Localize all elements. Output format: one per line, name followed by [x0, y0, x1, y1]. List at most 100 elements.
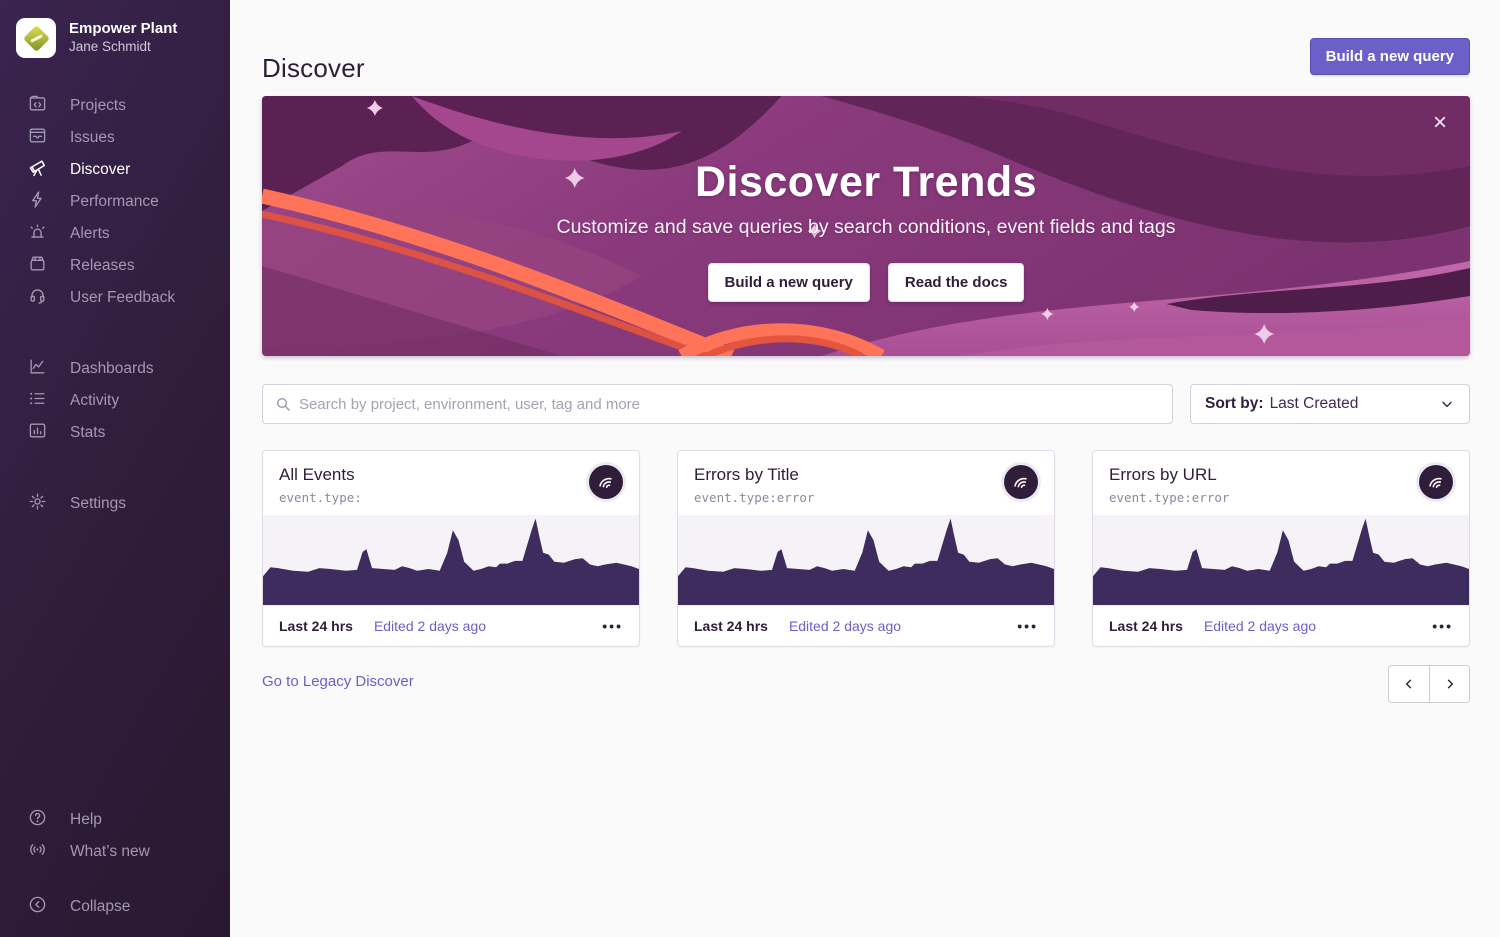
- card-header: Errors by URL event.type:error: [1093, 451, 1469, 515]
- sidebar-item-projects[interactable]: Projects: [0, 90, 230, 122]
- sidebar-item-alerts[interactable]: Alerts: [0, 218, 230, 250]
- search-input[interactable]: [299, 396, 1160, 413]
- banner-buttons: Build a new query Read the docs: [708, 263, 1025, 302]
- siren-icon: [28, 222, 47, 246]
- card-title: All Events: [279, 465, 362, 485]
- projects-icon: [28, 94, 47, 118]
- nav-divider-gap: [0, 868, 230, 891]
- sidebar-item-user-feedback[interactable]: User Feedback: [0, 282, 230, 314]
- org-meta: Empower Plant Jane Schmidt: [69, 20, 177, 56]
- next-page-button[interactable]: [1429, 665, 1470, 703]
- card-header: Errors by Title event.type:error: [678, 451, 1054, 515]
- sidebar-item-label: Dashboards: [70, 360, 154, 378]
- sidebar-item-activity[interactable]: Activity: [0, 385, 230, 417]
- page-title: Discover: [262, 53, 365, 84]
- previous-page-button[interactable]: [1388, 665, 1429, 703]
- question-circle-icon: [28, 808, 47, 832]
- sidebar-item-label: Settings: [70, 495, 126, 513]
- lightning-icon: [28, 190, 47, 214]
- banner-content: Discover Trends Customize and save queri…: [262, 96, 1470, 356]
- sidebar-nav-settings: Settings: [0, 488, 230, 520]
- sidebar-item-label: Projects: [70, 97, 126, 115]
- sidebar-nav-primary: Projects Issues Discover Performance Ale…: [0, 90, 230, 314]
- sidebar-item-label: Activity: [70, 392, 119, 410]
- sort-value: Last Created: [1270, 395, 1359, 413]
- sidebar: Empower Plant Jane Schmidt Projects Issu…: [0, 0, 230, 937]
- sidebar-item-dashboards[interactable]: Dashboards: [0, 353, 230, 385]
- org-logo: [16, 18, 56, 58]
- discover-trends-banner: × Discover Trends Customize and save que…: [262, 96, 1470, 356]
- ellipsis-menu-icon[interactable]: •••: [1017, 618, 1038, 634]
- search-box: [262, 384, 1173, 424]
- sentry-logo-icon: [1419, 465, 1453, 499]
- chevron-left-circle-icon: [28, 895, 47, 919]
- sparkline-chart: [263, 515, 639, 605]
- sidebar-item-label: Collapse: [70, 898, 130, 916]
- sidebar-item-label: Discover: [70, 161, 130, 179]
- telescope-icon: [28, 158, 47, 182]
- chevron-down-icon: [1439, 396, 1455, 412]
- sidebar-item-performance[interactable]: Performance: [0, 186, 230, 218]
- sidebar-item-label: What’s new: [70, 843, 150, 861]
- sidebar-item-label: Releases: [70, 257, 135, 275]
- ellipsis-menu-icon[interactable]: •••: [1432, 618, 1453, 634]
- sentry-logo-icon: [589, 465, 623, 499]
- ellipsis-menu-icon[interactable]: •••: [602, 618, 623, 634]
- card-time-range: Last 24 hrs: [1109, 618, 1183, 634]
- card-query: event.type:: [279, 490, 362, 505]
- chart-line-icon: [28, 357, 47, 381]
- issues-icon: [28, 126, 47, 150]
- card-footer: Last 24 hrs Edited 2 days ago •••: [1093, 605, 1469, 646]
- banner-subtitle: Customize and save queries by search con…: [557, 216, 1176, 239]
- org-user: Jane Schmidt: [69, 39, 177, 56]
- sidebar-item-label: Alerts: [70, 225, 110, 243]
- banner-read-docs-button[interactable]: Read the docs: [888, 263, 1025, 302]
- pagination: [1388, 665, 1470, 703]
- box-icon: [28, 254, 47, 278]
- sparkline-chart: [1093, 515, 1469, 605]
- sort-dropdown[interactable]: Sort by: Last Created: [1190, 384, 1470, 424]
- sidebar-item-label: Performance: [70, 193, 159, 211]
- card-header: All Events event.type:: [263, 451, 639, 515]
- main-content: Discover Build a new query: [230, 0, 1500, 937]
- query-card-all-events[interactable]: All Events event.type: Last 24 hrs Edite…: [262, 450, 640, 647]
- sidebar-item-label: Help: [70, 811, 102, 829]
- query-card-errors-by-title[interactable]: Errors by Title event.type:error Last 24…: [677, 450, 1055, 647]
- sidebar-item-discover[interactable]: Discover: [0, 154, 230, 186]
- card-footer: Last 24 hrs Edited 2 days ago •••: [263, 605, 639, 646]
- sparkline-chart: [678, 515, 1054, 605]
- sidebar-item-whats-new[interactable]: What’s new: [0, 836, 230, 868]
- sidebar-item-label: Issues: [70, 129, 115, 147]
- sentry-logo-icon: [1004, 465, 1038, 499]
- sidebar-nav-secondary: Dashboards Activity Stats: [0, 353, 230, 449]
- sidebar-item-stats[interactable]: Stats: [0, 417, 230, 449]
- legacy-discover-link[interactable]: Go to Legacy Discover: [262, 673, 414, 690]
- headset-icon: [28, 286, 47, 310]
- sidebar-item-settings[interactable]: Settings: [0, 488, 230, 520]
- banner-build-query-button[interactable]: Build a new query: [708, 263, 870, 302]
- sort-label: Sort by:: [1205, 395, 1264, 413]
- card-query: event.type:error: [694, 490, 814, 505]
- broadcast-icon: [28, 840, 47, 864]
- card-edited: Edited 2 days ago: [1204, 618, 1316, 634]
- list-footer: Go to Legacy Discover: [262, 665, 1470, 703]
- card-title: Errors by URL: [1109, 465, 1229, 485]
- sidebar-item-releases[interactable]: Releases: [0, 250, 230, 282]
- card-edited: Edited 2 days ago: [789, 618, 901, 634]
- saved-queries-grid: All Events event.type: Last 24 hrs Edite…: [262, 450, 1470, 647]
- nav-divider-gap: [0, 314, 230, 337]
- org-switcher[interactable]: Empower Plant Jane Schmidt: [0, 18, 230, 74]
- search-icon: [275, 396, 291, 412]
- card-time-range: Last 24 hrs: [694, 618, 768, 634]
- chevron-right-icon: [1443, 677, 1457, 691]
- card-query: event.type:error: [1109, 490, 1229, 505]
- sidebar-item-help[interactable]: Help: [0, 804, 230, 836]
- toolbar: Sort by: Last Created: [262, 384, 1470, 424]
- sidebar-item-collapse[interactable]: Collapse: [0, 891, 230, 923]
- build-new-query-button[interactable]: Build a new query: [1310, 38, 1470, 75]
- sidebar-item-issues[interactable]: Issues: [0, 122, 230, 154]
- chevron-left-icon: [1402, 677, 1416, 691]
- card-title: Errors by Title: [694, 465, 814, 485]
- org-name: Empower Plant: [69, 20, 177, 39]
- query-card-errors-by-url[interactable]: Errors by URL event.type:error Last 24 h…: [1092, 450, 1470, 647]
